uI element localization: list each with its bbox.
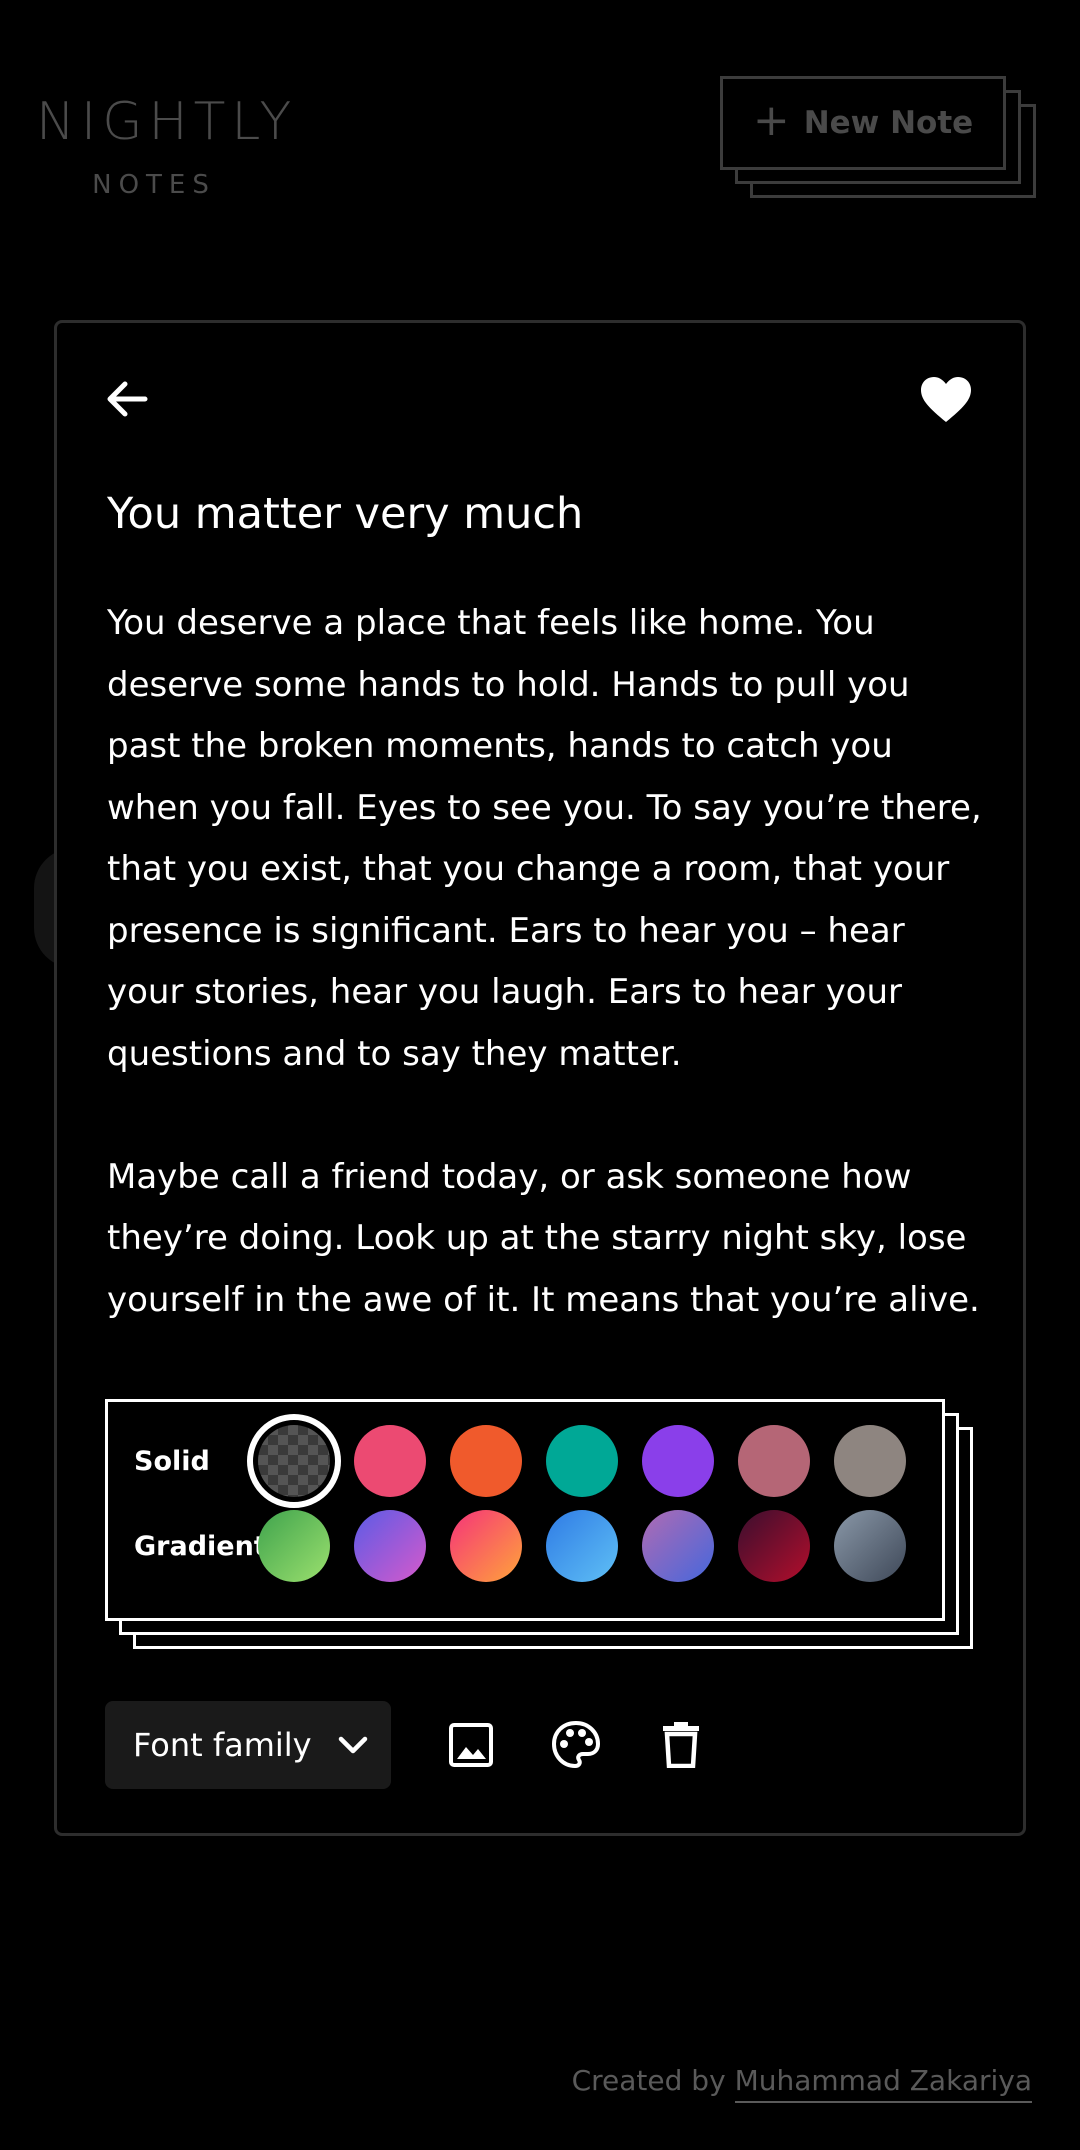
author-link[interactable]: Muhammad Zakariya [734, 2064, 1032, 2103]
note-title[interactable]: You matter very much [107, 489, 967, 541]
add-image-button[interactable] [446, 1720, 496, 1770]
arrow-left-icon [107, 381, 148, 417]
note-body[interactable]: You deserve a place that feels like home… [107, 593, 987, 1331]
solid-swatch[interactable] [642, 1425, 714, 1497]
app-logo: NIGHTLY NOTES [36, 92, 298, 200]
image-icon [449, 1723, 493, 1767]
note-editor-card: You matter very much You deserve a place… [54, 320, 1026, 1836]
solid-color-row: Solid [134, 1414, 930, 1508]
swatch-transparent-selected[interactable] [247, 1414, 341, 1508]
gradient-swatch[interactable] [354, 1510, 426, 1582]
solid-swatch[interactable] [354, 1425, 426, 1497]
app-page: NIGHTLY NOTES + New Note You matter very… [0, 0, 1080, 2150]
new-note-button[interactable]: + New Note [720, 76, 1006, 170]
note-paragraph: Maybe call a friend today, or ask someon… [107, 1156, 980, 1320]
transparent-pattern [258, 1425, 330, 1497]
gradient-swatch[interactable] [738, 1510, 810, 1582]
palette-icon [551, 1720, 601, 1769]
gradient-swatch[interactable] [642, 1510, 714, 1582]
note-toolbar: Font family [105, 1701, 706, 1789]
change-color-button[interactable] [551, 1720, 601, 1770]
gradient-swatch[interactable] [450, 1510, 522, 1582]
logo-subtitle: NOTES [92, 170, 216, 200]
favorite-button[interactable] [919, 375, 973, 425]
font-family-label: Font family [133, 1726, 312, 1764]
logo-title: NIGHTLY [36, 92, 298, 152]
footer-prefix: Created by [571, 2064, 726, 2097]
gradient-swatch[interactable] [258, 1510, 330, 1582]
solid-swatch[interactable] [546, 1425, 618, 1497]
heart-icon [921, 377, 971, 422]
back-button[interactable] [103, 375, 151, 423]
new-note-button-stack: + New Note [720, 76, 1038, 200]
solid-swatch[interactable] [834, 1425, 906, 1497]
gradient-label: Gradient [134, 1530, 267, 1562]
color-picker: Solid Gradient [105, 1399, 973, 1649]
solid-swatch[interactable] [450, 1425, 522, 1497]
note-paragraph: You deserve a place that feels like home… [107, 603, 982, 1074]
footer-credit: Created by Muhammad Zakariya [571, 2064, 1032, 2103]
solid-swatch[interactable] [738, 1425, 810, 1497]
chevron-down-icon [338, 1736, 367, 1754]
gradient-swatch[interactable] [834, 1510, 906, 1582]
gradient-color-row: Gradient [134, 1510, 930, 1582]
plus-icon: + [752, 95, 790, 146]
trash-icon [663, 1722, 699, 1768]
gradient-swatch[interactable] [546, 1510, 618, 1582]
new-note-label: New Note [803, 105, 974, 141]
delete-note-button[interactable] [656, 1720, 706, 1770]
font-family-dropdown[interactable]: Font family [105, 1701, 391, 1789]
solid-label: Solid [134, 1445, 210, 1477]
picker-panel: Solid Gradient [105, 1399, 945, 1621]
